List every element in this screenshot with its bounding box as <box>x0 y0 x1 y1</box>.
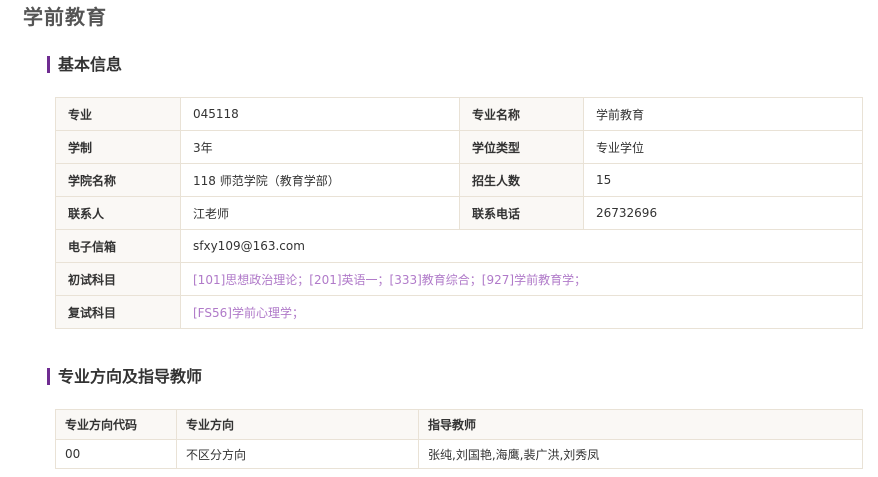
enrollment-label: 招生人数 <box>459 163 584 197</box>
direction-code-cell: 00 <box>55 439 177 469</box>
advisors-cell: 张纯,刘国艳,海鹰,裴广洪,刘秀凤 <box>418 439 863 469</box>
table-row: 学院名称 118 师范学院（教育学部） 招生人数 15 <box>55 163 863 197</box>
table-row: 复试科目 [FS56]学前心理学； <box>55 295 863 329</box>
column-header-direction-code: 专业方向代码 <box>55 409 177 440</box>
email-value: sfxy109@163.com <box>180 229 863 263</box>
table-header-row: 专业方向代码 专业方向 指导教师 <box>55 409 863 440</box>
table-row: 学制 3年 学位类型 专业学位 <box>55 130 863 164</box>
contact-label: 联系人 <box>55 196 181 230</box>
page-title: 学前教育 <box>23 5 107 29</box>
major-name-label: 专业名称 <box>459 97 584 131</box>
prelim-subjects-link[interactable]: [101]思想政治理论；[201]英语一；[333]教育综合；[927]学前教育… <box>180 262 863 296</box>
directions-table: 专业方向代码 专业方向 指导教师 00 不区分方向 张纯,刘国艳,海鹰,裴广洪,… <box>55 409 863 469</box>
basic-info-table: 专业 045118 专业名称 学前教育 学制 3年 学位类型 专业学位 学院名称… <box>55 97 863 329</box>
major-code-value: 045118 <box>180 97 460 131</box>
prelim-subjects-label: 初试科目 <box>55 262 181 296</box>
degree-type-value: 专业学位 <box>583 130 863 164</box>
contact-value: 江老师 <box>180 196 460 230</box>
retest-subjects-label: 复试科目 <box>55 295 181 329</box>
retest-subjects-link[interactable]: [FS56]学前心理学； <box>180 295 863 329</box>
section-title-directions: 专业方向及指导教师 <box>47 367 202 387</box>
email-label: 电子信箱 <box>55 229 181 263</box>
phone-value: 26732696 <box>583 196 863 230</box>
enrollment-value: 15 <box>583 163 863 197</box>
direction-name-cell: 不区分方向 <box>176 439 419 469</box>
phone-label: 联系电话 <box>459 196 584 230</box>
table-row: 电子信箱 sfxy109@163.com <box>55 229 863 263</box>
column-header-direction: 专业方向 <box>176 409 419 440</box>
degree-type-label: 学位类型 <box>459 130 584 164</box>
major-name-value: 学前教育 <box>583 97 863 131</box>
table-row: 专业 045118 专业名称 学前教育 <box>55 97 863 131</box>
college-label: 学院名称 <box>55 163 181 197</box>
duration-label: 学制 <box>55 130 181 164</box>
table-row: 00 不区分方向 张纯,刘国艳,海鹰,裴广洪,刘秀凤 <box>55 439 863 469</box>
table-row: 联系人 江老师 联系电话 26732696 <box>55 196 863 230</box>
section-title-basic-info: 基本信息 <box>47 55 122 75</box>
table-row: 初试科目 [101]思想政治理论；[201]英语一；[333]教育综合；[927… <box>55 262 863 296</box>
major-code-label: 专业 <box>55 97 181 131</box>
column-header-advisors: 指导教师 <box>418 409 863 440</box>
college-value: 118 师范学院（教育学部） <box>180 163 460 197</box>
duration-value: 3年 <box>180 130 460 164</box>
